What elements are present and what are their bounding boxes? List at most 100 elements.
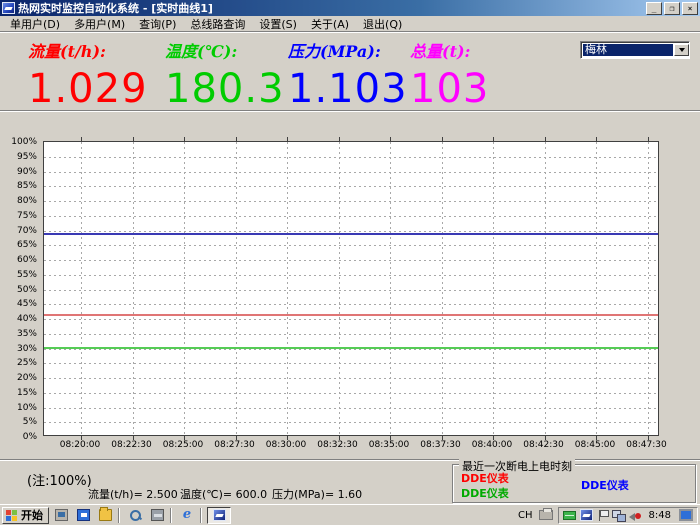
y-tick-label: 75% [17,211,37,221]
dde-meter-green: DDE仪表 [461,485,509,501]
volume-muted-icon[interactable] [629,510,641,521]
y-axis-labels: 100%95%90%85%80%75%70%65%60%55%50%45%40%… [0,141,39,436]
temperature-label: 温度(℃): [165,38,285,62]
network-icon[interactable] [612,510,625,521]
x-tick-mark [184,137,185,141]
quicklaunch-app[interactable] [73,507,93,524]
menu-settings[interactable]: 设置(S) [253,15,305,33]
x-tick-label: 08:35:00 [362,440,416,450]
h-gridline [44,275,658,276]
y-tick-label: 40% [17,314,37,324]
start-button[interactable]: 开始 [2,507,49,524]
series-line-0 [44,233,658,235]
menu-line-query[interactable]: 总线路查询 [184,15,253,33]
app-icon [213,509,226,521]
language-indicator[interactable]: CH [518,510,533,521]
y-tick-label: 85% [17,181,37,191]
y-tick-label: 80% [17,196,37,206]
x-tick-label: 08:32:30 [311,440,365,450]
combobox-dropdown-button[interactable] [674,44,689,56]
x-tick-label: 08:45:00 [568,440,622,450]
v-gridline [648,142,649,435]
v-gridline [133,142,134,435]
y-tick-label: 55% [17,270,37,280]
separator [0,110,700,112]
x-tick-mark [339,137,340,141]
v-gridline [339,142,340,435]
flag-icon[interactable] [597,510,608,521]
blue-app-icon [77,509,90,521]
flow-label: 流量(t/h): [28,38,148,62]
clock[interactable]: 8:48 [649,510,671,521]
close-button[interactable]: × [682,2,698,15]
menu-single-user[interactable]: 单用户(D) [4,15,68,33]
v-gridline [545,142,546,435]
menu-multi-user[interactable]: 多用户(M) [68,15,133,33]
y-tick-label: 25% [17,358,37,368]
window-controls: _ ❐ × [646,2,698,15]
minimize-button[interactable]: _ [646,2,662,15]
x-tick-label: 08:42:30 [517,440,571,450]
x-tick-label: 08:22:30 [105,440,159,450]
v-gridline [81,142,82,435]
x-tick-label: 08:30:00 [259,440,313,450]
computer-icon [55,509,68,521]
y-tick-label: 60% [17,255,37,265]
y-tick-label: 100% [11,137,37,147]
start-label: 开始 [21,507,43,523]
menu-about[interactable]: 关于(A) [305,15,357,33]
y-tick-label: 95% [17,152,37,162]
input-method-icon[interactable] [563,511,576,520]
flow-range: 流量(t/h)= 2.500 [88,486,178,502]
taskbar-separator [118,508,120,523]
series-line-1 [44,314,658,316]
x-tick-mark [545,137,546,141]
h-gridline [44,260,658,261]
monitor-icon[interactable] [679,509,693,521]
flow-value: 1.029 [28,69,148,109]
h-gridline [44,334,658,335]
readout-total: 总量(t): 103 [410,38,489,109]
y-tick-label: 5% [23,417,37,427]
x-tick-mark [287,137,288,141]
menu-query[interactable]: 查询(P) [133,15,184,33]
printer-icon[interactable] [539,510,553,520]
task-button-app[interactable] [207,507,231,524]
windows-logo-icon [6,510,18,521]
readout-flow: 流量(t/h): 1.029 [28,38,148,109]
dde-meter-red: DDE仪表 [461,470,509,486]
y-tick-label: 20% [17,373,37,383]
y-tick-label: 0% [23,432,37,442]
x-tick-label: 08:27:30 [208,440,262,450]
x-tick-label: 08:37:30 [414,440,468,450]
quicklaunch-folder[interactable] [95,507,115,524]
quicklaunch-ie[interactable]: e [177,507,197,524]
x-tick-mark [236,137,237,141]
x-tick-label: 08:40:00 [465,440,519,450]
restore-button[interactable]: ❐ [664,2,680,15]
v-gridline [390,142,391,435]
menu-exit[interactable]: 退出(Q) [357,15,410,33]
v-gridline [442,142,443,435]
quicklaunch-computer[interactable] [51,507,71,524]
search-icon [129,509,142,521]
h-gridline [44,408,658,409]
h-gridline [44,157,658,158]
h-gridline [44,231,658,232]
x-tick-label: 08:20:00 [53,440,107,450]
x-tick-mark [596,137,597,141]
h-gridline [44,201,658,202]
quicklaunch-connect[interactable] [147,507,167,524]
chevron-down-icon [679,48,685,52]
tray-app-icon[interactable] [580,509,593,521]
station-combobox[interactable]: 梅林 [580,41,690,59]
dde-meter-blue: DDE仪表 [581,477,629,493]
internet-explorer-icon: e [183,509,191,521]
y-tick-label: 70% [17,226,37,236]
y-tick-label: 50% [17,285,37,295]
pressure-range: 压力(MPa)= 1.60 [272,486,362,502]
power-event-groupbox: 最近一次断电上电时刻 DDE仪表 DDE仪表 DDE仪表 [452,464,696,503]
separator [0,31,700,33]
quicklaunch-search[interactable] [125,507,145,524]
y-tick-label: 45% [17,299,37,309]
